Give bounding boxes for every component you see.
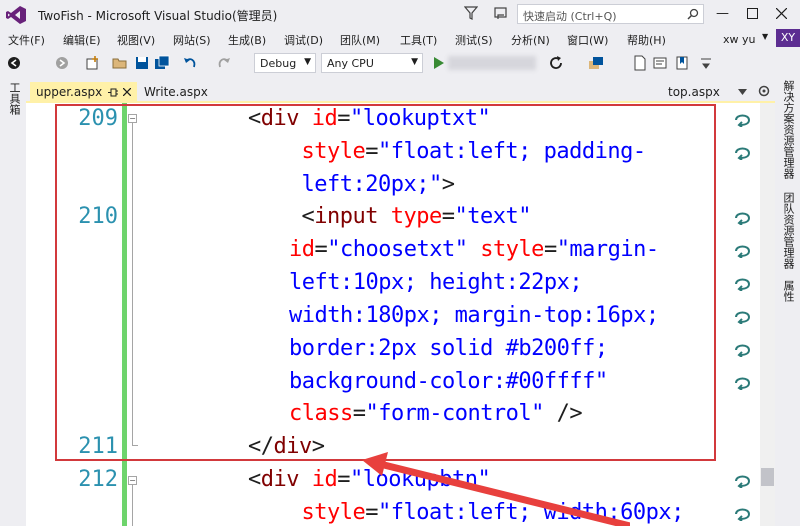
quick-launch-placeholder: 快速启动 (Ctrl+Q) — [523, 10, 617, 23]
tab-label: Write.aspx — [144, 85, 208, 99]
menu-tools[interactable]: 工具(T) — [400, 32, 437, 48]
start-debugging-icon[interactable] — [430, 55, 446, 71]
code-token: div — [260, 467, 300, 492]
word-wrap-icon — [735, 377, 751, 390]
team-explorer-tab[interactable]: 团队资源管理器 — [780, 192, 796, 269]
word-wrap-icon — [735, 245, 751, 258]
bookmark-icon[interactable] — [674, 55, 690, 71]
word-wrap-icon — [735, 475, 751, 488]
visual-studio-logo-icon — [6, 6, 26, 24]
word-wrap-icon — [735, 147, 751, 160]
menu-window[interactable]: 窗口(W) — [567, 32, 608, 48]
maximize-icon[interactable] — [747, 8, 758, 19]
open-folder-icon[interactable] — [112, 55, 128, 71]
comment-icon[interactable] — [652, 55, 668, 71]
left-tool-strip — [0, 78, 26, 526]
solution-explorer-tab[interactable]: 解决方案资源管理器 — [780, 80, 796, 179]
code-token: id — [311, 467, 338, 492]
tab-label: upper.aspx — [36, 85, 103, 99]
outline-line — [132, 485, 133, 526]
toolbar-options-icon[interactable] — [698, 55, 714, 71]
solution-platform-select[interactable]: Any CPU ▼ — [321, 53, 423, 73]
word-wrap-icon — [735, 212, 751, 225]
word-wrap-icon — [735, 278, 751, 291]
pin-icon[interactable] — [108, 88, 118, 97]
collapse-toggle[interactable]: − — [128, 476, 137, 485]
annotation-arrow-icon — [362, 452, 630, 526]
solution-platform-value: Any CPU — [327, 57, 374, 70]
notifications-flag-icon[interactable] — [493, 5, 509, 21]
close-tab-icon[interactable] — [123, 88, 131, 96]
tab-upper-aspx[interactable]: upper.aspx — [30, 82, 137, 102]
save-all-icon[interactable] — [154, 55, 170, 71]
annotation-highlight-box — [55, 104, 716, 461]
refresh-icon[interactable] — [548, 55, 564, 71]
menu-file[interactable]: 文件(F) — [8, 32, 45, 48]
chevron-down-icon: ▼ — [304, 57, 311, 67]
save-icon[interactable] — [134, 55, 150, 71]
vertical-scrollbar[interactable] — [760, 103, 775, 526]
quick-launch-input[interactable]: 快速启动 (Ctrl+Q) — [517, 4, 704, 24]
chevron-down-icon: ▼ — [411, 57, 418, 67]
close-icon[interactable] — [776, 8, 787, 19]
document-icon[interactable] — [632, 55, 648, 71]
word-wrap-icon — [735, 114, 751, 127]
new-project-icon[interactable] — [84, 55, 100, 71]
minimize-button[interactable]: — — [716, 6, 729, 21]
navigate-forward-icon[interactable] — [54, 55, 70, 71]
solution-configuration-value: Debug — [260, 57, 297, 70]
menu-team[interactable]: 团队(M) — [340, 32, 380, 48]
menu-test[interactable]: 测试(S) — [455, 32, 493, 48]
properties-tab[interactable]: 属性 — [780, 280, 796, 302]
menu-build[interactable]: 生成(B) — [228, 32, 266, 48]
line-number: 212 — [78, 467, 118, 492]
menu-edit[interactable]: 编辑(E) — [63, 32, 101, 48]
tab-top-aspx[interactable]: top.aspx — [662, 82, 726, 102]
undo-icon[interactable] — [182, 55, 198, 71]
toolbox-tab[interactable]: 工具箱 — [6, 82, 22, 115]
feedback-filter-icon[interactable] — [464, 6, 478, 20]
menu-help[interactable]: 帮助(H) — [627, 32, 666, 48]
menu-analyze[interactable]: 分析(N) — [511, 32, 550, 48]
browser-target-blurred[interactable] — [448, 56, 536, 70]
menu-view[interactable]: 视图(V) — [117, 32, 155, 48]
scrollbar-thumb[interactable] — [761, 468, 774, 486]
avatar[interactable]: XY — [776, 29, 800, 47]
window-title: TwoFish - Microsoft Visual Studio(管理员) — [38, 9, 278, 23]
redo-icon[interactable] — [216, 55, 232, 71]
menu-website[interactable]: 网站(S) — [173, 32, 211, 48]
menu-debug[interactable]: 调试(D) — [284, 32, 323, 48]
tab-write-aspx[interactable]: Write.aspx — [138, 82, 228, 102]
browser-link-icon[interactable] — [588, 55, 604, 71]
word-wrap-icon — [735, 311, 751, 324]
word-wrap-icon — [735, 508, 751, 521]
solution-configuration-select[interactable]: Debug ▼ — [254, 53, 316, 73]
user-dropdown-icon[interactable]: ▼ — [762, 32, 768, 41]
code-token: < — [248, 467, 261, 492]
word-wrap-icon — [735, 344, 751, 357]
user-name[interactable]: xw yu — [723, 33, 755, 46]
tab-label: top.aspx — [668, 85, 720, 99]
navigate-back-icon[interactable] — [6, 55, 22, 71]
preview-settings-icon[interactable] — [758, 85, 770, 97]
tab-overflow-dropdown-icon[interactable] — [738, 89, 747, 95]
search-icon — [687, 8, 699, 20]
